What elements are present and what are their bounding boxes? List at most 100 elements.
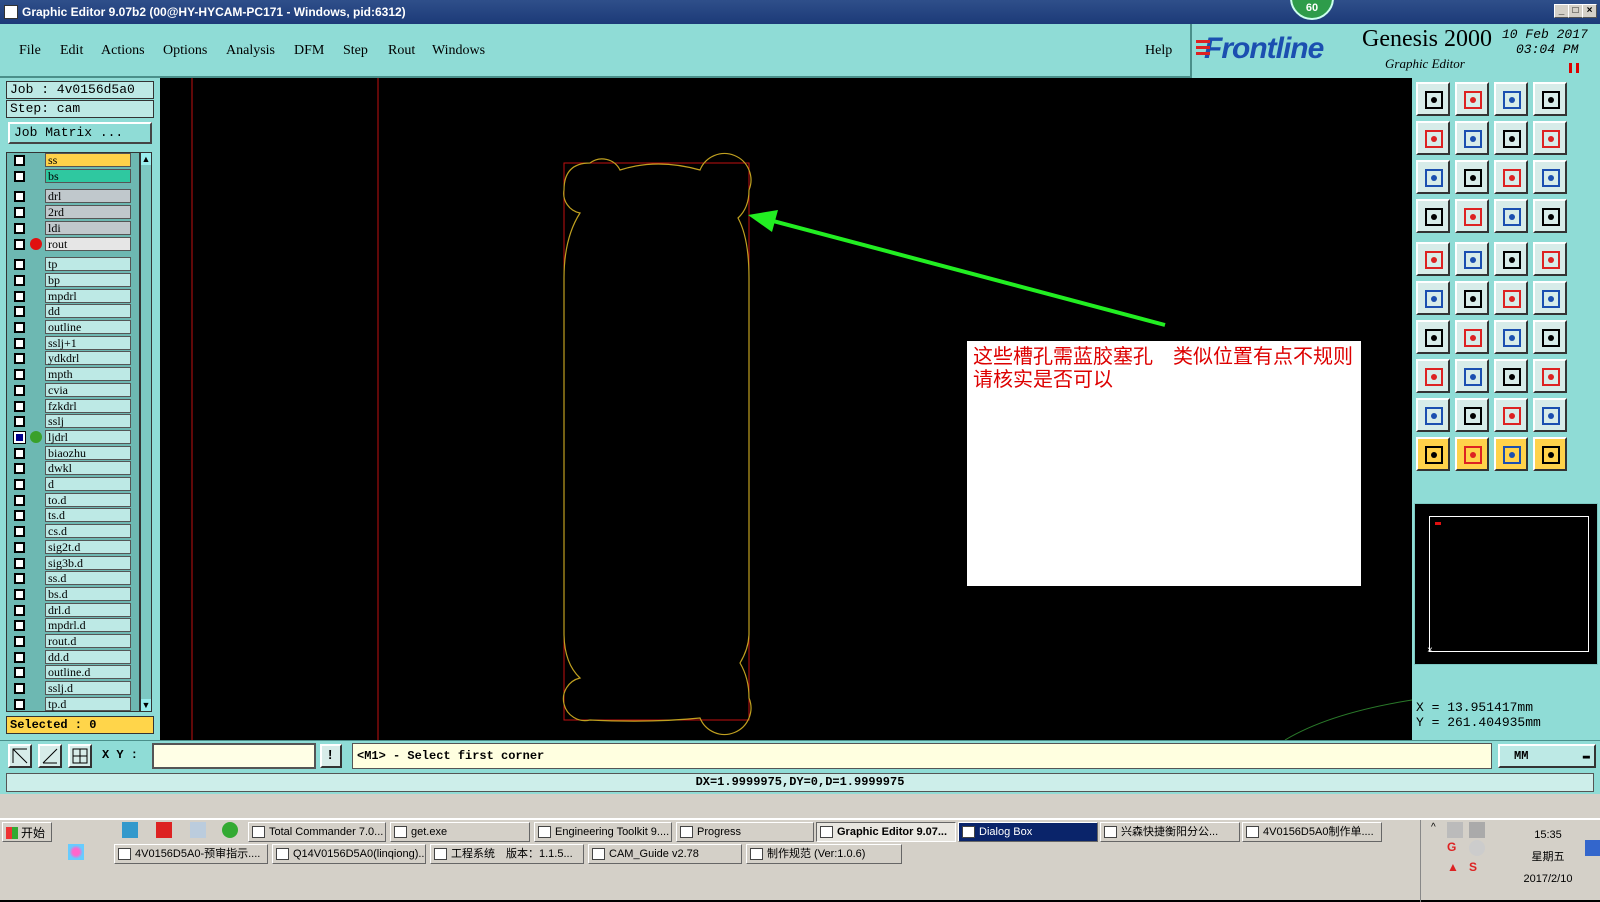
pause-icon[interactable] bbox=[1569, 63, 1579, 73]
layer-name[interactable]: tp bbox=[45, 257, 131, 272]
drill-tool-icon[interactable] bbox=[1416, 199, 1450, 233]
layer-checkbox[interactable] bbox=[14, 604, 25, 616]
layer-row[interactable]: ss.d bbox=[7, 571, 141, 586]
layer-checkbox[interactable] bbox=[14, 155, 25, 166]
layer-checkbox[interactable] bbox=[14, 238, 25, 250]
select-box-icon[interactable] bbox=[1455, 437, 1489, 471]
layer-name[interactable]: mpdrl bbox=[45, 288, 131, 303]
connect-alt-icon[interactable] bbox=[1533, 281, 1567, 315]
show-desktop-icon[interactable] bbox=[1585, 840, 1600, 856]
rotate-icon[interactable] bbox=[1494, 320, 1528, 354]
taskbar-button[interactable]: Dialog Box bbox=[958, 822, 1098, 842]
tray-network-icon[interactable] bbox=[1469, 822, 1485, 838]
layer-checkbox[interactable] bbox=[14, 191, 25, 203]
layer-checkbox[interactable] bbox=[14, 541, 25, 553]
start-button[interactable]: 开始 bbox=[2, 822, 52, 842]
menu-rout[interactable]: Rout bbox=[388, 43, 415, 59]
center-icon[interactable] bbox=[1455, 160, 1489, 194]
layer-name[interactable]: rout bbox=[45, 236, 131, 251]
layer-checkbox[interactable] bbox=[14, 620, 25, 632]
layer-row[interactable]: bp bbox=[7, 272, 141, 287]
layer-name[interactable]: dd bbox=[45, 304, 131, 319]
layer-checkbox[interactable] bbox=[14, 353, 25, 365]
layer-checkbox[interactable] bbox=[14, 636, 25, 647]
pad-icon[interactable] bbox=[1455, 199, 1489, 233]
layer-props-icon[interactable] bbox=[1533, 199, 1567, 233]
layer-row[interactable]: d bbox=[7, 477, 141, 491]
open-job-icon[interactable] bbox=[1416, 82, 1450, 116]
select-net-icon[interactable] bbox=[1494, 437, 1528, 471]
quicklaunch-browser-icon[interactable] bbox=[222, 822, 238, 838]
layer-checkbox[interactable] bbox=[14, 290, 25, 302]
layer-checkbox[interactable] bbox=[14, 447, 25, 459]
quicklaunch-app-icon[interactable] bbox=[68, 844, 84, 860]
connect-icon[interactable] bbox=[1494, 281, 1528, 315]
layer-name[interactable]: mpdrl.d bbox=[45, 618, 131, 633]
layer-name[interactable]: fzkdrl bbox=[45, 398, 131, 413]
layer-checkbox[interactable] bbox=[14, 526, 25, 538]
info-button[interactable]: ! bbox=[320, 744, 342, 768]
home-icon[interactable] bbox=[1494, 82, 1528, 116]
minimap[interactable]: × bbox=[1414, 503, 1598, 665]
taskbar-button[interactable]: 工程系统 版本：1.1.5... bbox=[430, 844, 584, 864]
layer-name[interactable]: drl.d bbox=[45, 602, 131, 617]
add-pad-icon[interactable] bbox=[1416, 359, 1450, 393]
arrow-up-icon[interactable] bbox=[1455, 398, 1489, 432]
layer-checkbox[interactable] bbox=[14, 683, 25, 695]
layer-checkbox[interactable] bbox=[14, 494, 25, 506]
layer-name[interactable]: bp bbox=[45, 272, 131, 287]
taskbar-button[interactable]: 4V0156D5A0-预审指示.... bbox=[114, 844, 268, 864]
layer-checkbox[interactable] bbox=[14, 416, 25, 428]
peak-icon[interactable] bbox=[1494, 398, 1528, 432]
taskbar-button[interactable]: Engineering Toolkit 9.... bbox=[534, 822, 672, 842]
graphic-canvas[interactable]: 这些槽孔需蓝胶塞孔 类似位置有点不规则 请核实是否可以 bbox=[160, 78, 1412, 740]
layer-row[interactable]: ss bbox=[7, 153, 141, 167]
layer-scrollbar[interactable]: ▲ ▼ bbox=[140, 152, 152, 712]
zoom-in-icon[interactable] bbox=[1416, 121, 1450, 155]
maximize-button[interactable]: □ bbox=[1568, 4, 1583, 18]
tri-icon[interactable] bbox=[1416, 398, 1450, 432]
copy-icon[interactable] bbox=[1455, 242, 1489, 276]
layer-name[interactable]: dd.d bbox=[45, 649, 131, 664]
layer-name[interactable]: sslj bbox=[45, 414, 131, 429]
layer-row[interactable]: sslj bbox=[7, 414, 141, 429]
layer-name[interactable]: ss bbox=[45, 153, 131, 167]
save-icon[interactable] bbox=[1455, 82, 1489, 116]
layer-row[interactable]: rout bbox=[7, 236, 141, 251]
grid-button[interactable] bbox=[68, 744, 92, 768]
layer-row[interactable]: dwkl bbox=[7, 461, 141, 476]
grid-snap-icon[interactable] bbox=[1494, 359, 1528, 393]
menu-help[interactable]: Help bbox=[1145, 43, 1172, 59]
layer-name[interactable]: sig3b.d bbox=[45, 555, 131, 570]
layer-name[interactable]: cvia bbox=[45, 382, 131, 397]
layer-row[interactable]: drl.d bbox=[7, 602, 141, 617]
layer-row[interactable]: cvia bbox=[7, 382, 141, 397]
layer-checkbox[interactable] bbox=[14, 400, 25, 412]
quicklaunch-desktop-icon[interactable] bbox=[122, 822, 138, 838]
layer-name[interactable]: to.d bbox=[45, 492, 131, 507]
layer-name[interactable]: outline bbox=[45, 320, 131, 334]
layer-row[interactable]: ydkdrl bbox=[7, 351, 141, 366]
layer-row[interactable]: dd bbox=[7, 304, 141, 319]
taskbar-button[interactable]: Q14V0156D5A0(linqiong)... bbox=[272, 844, 426, 864]
tray-expand-icon[interactable]: ^ bbox=[1431, 822, 1447, 838]
select-multi-icon[interactable] bbox=[1533, 437, 1567, 471]
layer-row[interactable]: sig2t.d bbox=[7, 539, 141, 554]
layer-row[interactable]: sslj+1 bbox=[7, 335, 141, 350]
group-icon[interactable] bbox=[1533, 359, 1567, 393]
layer-row[interactable]: mpth bbox=[7, 367, 141, 382]
layer-row[interactable]: fzkdrl bbox=[7, 398, 141, 413]
layer-checkbox[interactable] bbox=[14, 573, 25, 585]
menu-windows[interactable]: Windows bbox=[432, 43, 485, 59]
layer-name[interactable]: biaozhu bbox=[45, 445, 131, 460]
layer-name[interactable]: ts.d bbox=[45, 508, 131, 523]
layer-checkbox[interactable] bbox=[14, 651, 25, 663]
menu-options[interactable]: Options bbox=[163, 43, 207, 59]
layer-attr-icon[interactable] bbox=[1494, 199, 1528, 233]
dot-icon[interactable] bbox=[1533, 242, 1567, 276]
measure-icon[interactable] bbox=[1416, 242, 1450, 276]
units-select[interactable]: MM ▬ bbox=[1498, 744, 1596, 768]
quicklaunch-notepad-icon[interactable] bbox=[190, 822, 206, 838]
layer-checkbox[interactable] bbox=[14, 479, 25, 490]
layer-name[interactable]: drl bbox=[45, 189, 131, 204]
